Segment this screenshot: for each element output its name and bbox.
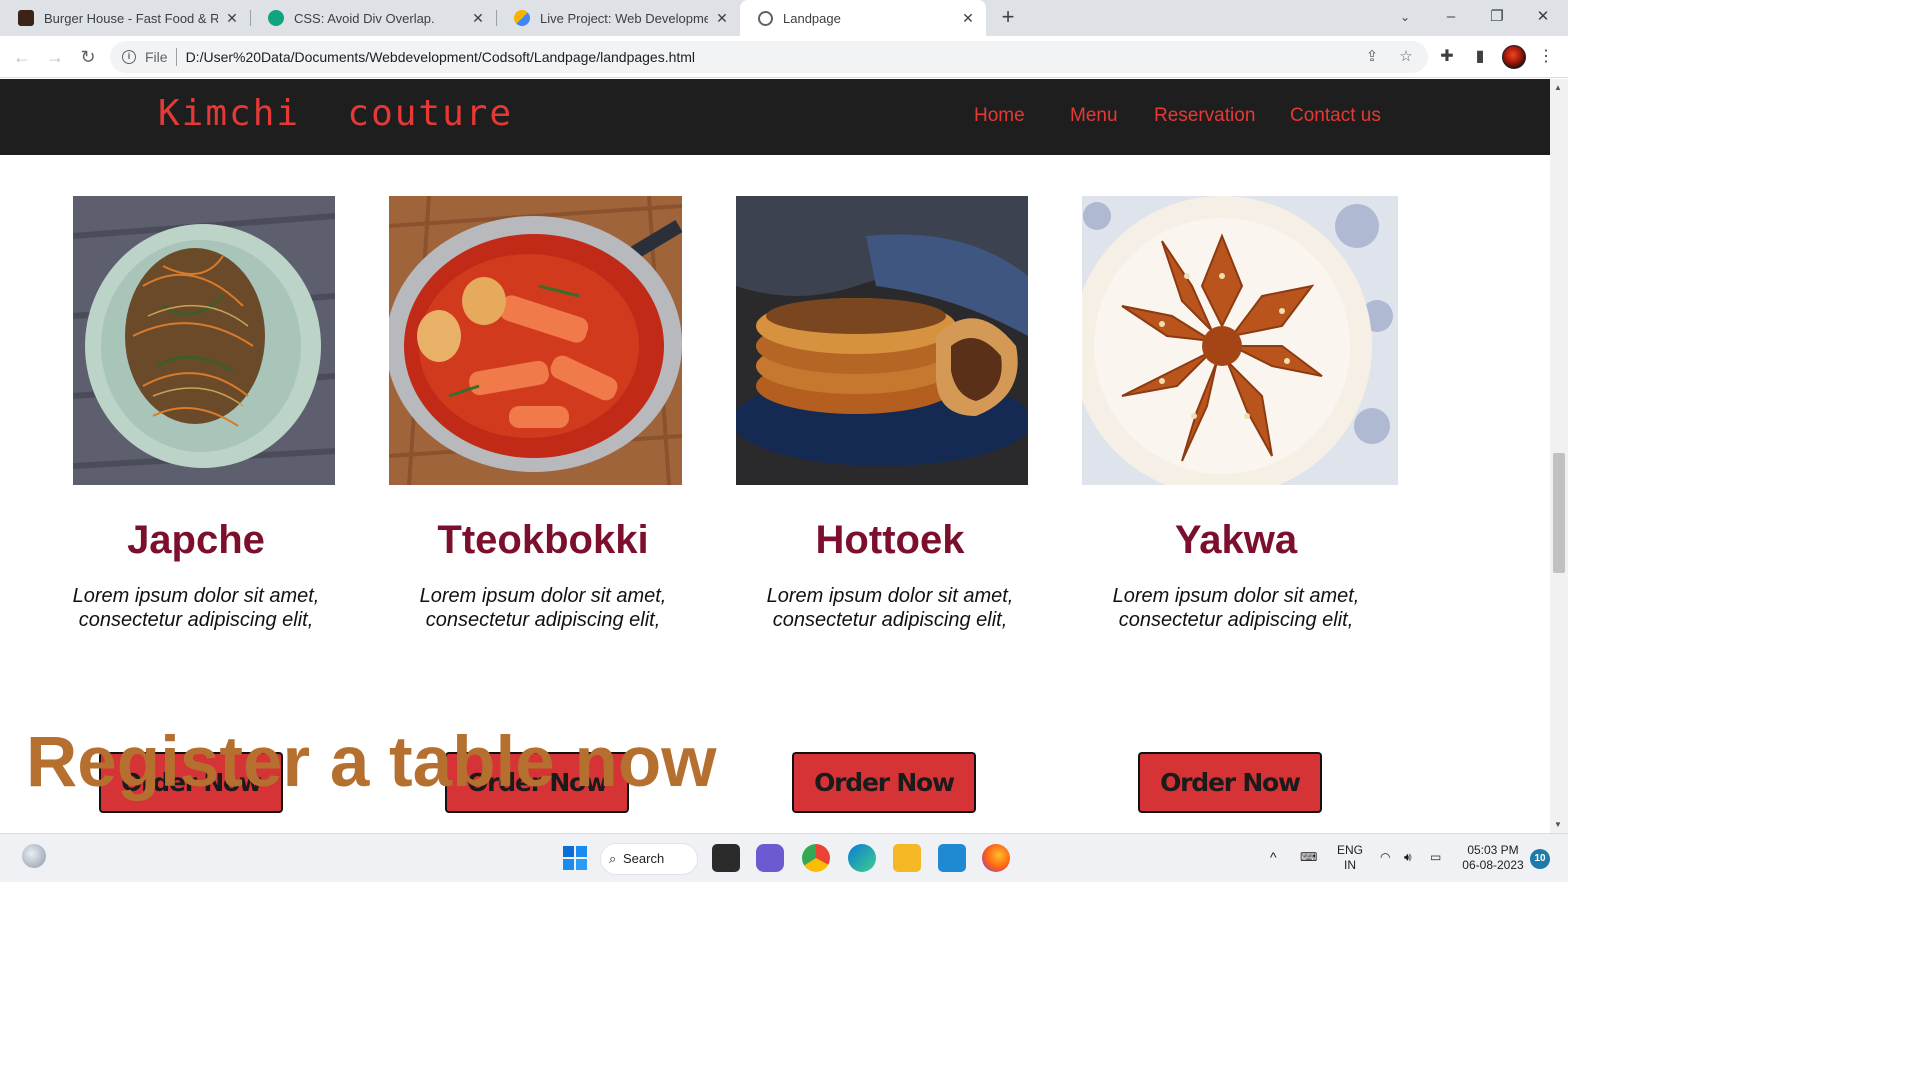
restore-icon[interactable]: ❐ xyxy=(1474,0,1520,36)
language-code: ENG xyxy=(1336,843,1363,857)
japchae-noodles-photo xyxy=(73,196,335,485)
battery-icon[interactable]: ▭ xyxy=(1430,850,1441,865)
tab-search-chevron-icon[interactable]: ⌄ xyxy=(1382,0,1428,36)
chrome-icon[interactable] xyxy=(802,844,830,872)
tab-strip: Burger House - Fast Food & Rest ✕ CSS: A… xyxy=(0,0,1568,36)
clock[interactable]: 05:03 PM 06-08-2023 xyxy=(1458,843,1528,873)
screen: Burger House - Fast Food & Rest ✕ CSS: A… xyxy=(0,0,1568,882)
nav-link-menu[interactable]: Menu xyxy=(1070,105,1118,127)
volume-icon[interactable]: 🔊︎ xyxy=(1404,850,1412,865)
windows-taskbar: ⌕ Search ^ ⌨ ENG IN ◠ 🔊︎ ▭ 05:03 PM 06-0… xyxy=(0,833,1568,882)
profile-avatar[interactable] xyxy=(1502,45,1526,69)
hotteok-pancakes-photo xyxy=(736,196,1028,485)
forward-arrow-icon[interactable]: → xyxy=(43,45,67,69)
dish-description: Lorem ipsum dolor sit amet, consectetur … xyxy=(419,585,667,631)
tab-live-project[interactable]: Live Project: Web Development - ✕ xyxy=(496,0,740,36)
page-viewport: Kimchi couture Home Menu Reservation Con… xyxy=(0,79,1550,833)
tab-title: Live Project: Web Development - xyxy=(540,10,708,26)
firefox-icon[interactable] xyxy=(982,844,1010,872)
burger-favicon-icon xyxy=(18,10,34,26)
brand-logo[interactable]: Kimchi couture xyxy=(158,93,513,134)
reload-icon[interactable]: ↻ xyxy=(76,45,100,69)
close-icon[interactable]: ✕ xyxy=(960,10,976,27)
window-close-icon[interactable]: ✕ xyxy=(1520,0,1566,36)
back-arrow-icon[interactable]: ← xyxy=(10,45,34,69)
tab-title: Landpage xyxy=(783,10,841,26)
order-now-button[interactable]: Order Now xyxy=(792,752,976,813)
search-icon: ⌕ xyxy=(609,851,617,866)
dish-title: Japche xyxy=(127,518,265,562)
dish-title: Hottoek xyxy=(815,518,965,562)
dish-title: Yakwa xyxy=(1174,518,1298,562)
yakwa-cookies-photo xyxy=(1082,196,1398,485)
order-now-button[interactable]: Order Now xyxy=(1138,752,1322,813)
scroll-up-arrow-icon[interactable]: ▲ xyxy=(1554,83,1562,92)
info-icon[interactable]: i xyxy=(122,50,136,64)
edge-icon[interactable] xyxy=(848,844,876,872)
dish-title: Tteokbokki xyxy=(437,518,649,562)
show-hidden-icons-chevron-icon[interactable]: ^ xyxy=(1270,850,1277,865)
chatgpt-favicon-icon xyxy=(268,10,284,26)
dish-description: Lorem ipsum dolor sit amet, consectetur … xyxy=(766,585,1014,631)
nav-link-reservation[interactable]: Reservation xyxy=(1154,105,1255,127)
share-icon[interactable]: ⇪ xyxy=(1362,47,1382,67)
more-menu-icon[interactable]: ⋮ xyxy=(1536,47,1556,67)
extensions-puzzle-icon[interactable]: ✚ xyxy=(1437,47,1457,67)
dish-description: Lorem ipsum dolor sit amet, consectetur … xyxy=(72,585,320,631)
scroll-down-arrow-icon[interactable]: ▼ xyxy=(1554,820,1562,829)
minimize-icon[interactable]: – xyxy=(1428,0,1474,36)
register-heading: Register a table now xyxy=(26,723,717,802)
notification-badge[interactable]: 10 xyxy=(1530,849,1550,869)
tab-landpage[interactable]: Landpage ✕ xyxy=(740,0,986,36)
close-icon[interactable]: ✕ xyxy=(224,10,240,27)
search-label: Search xyxy=(623,851,665,866)
close-icon[interactable]: ✕ xyxy=(470,10,486,27)
address-divider xyxy=(175,48,177,66)
browser-toolbar: ← → ↻ i File D:/User%20Data/Documents/We… xyxy=(0,36,1568,78)
file-explorer-icon[interactable] xyxy=(893,844,921,872)
address-scheme: File xyxy=(145,49,168,65)
bookmark-star-icon[interactable]: ☆ xyxy=(1396,47,1416,67)
new-tab-plus-icon[interactable]: + xyxy=(996,4,1020,30)
close-icon[interactable]: ✕ xyxy=(714,10,730,27)
vscode-icon[interactable] xyxy=(938,844,966,872)
scrollbar-thumb[interactable] xyxy=(1553,453,1565,573)
teams-chat-icon[interactable] xyxy=(756,844,784,872)
page-scrollbar[interactable]: ▲ ▼ xyxy=(1550,79,1568,833)
tab-css-avoid-div-overlap[interactable]: CSS: Avoid Div Overlap. ✕ xyxy=(250,0,496,36)
side-panel-icon[interactable]: ▮ xyxy=(1470,47,1490,67)
tab-title: CSS: Avoid Div Overlap. xyxy=(294,10,435,26)
nav-link-contact-us[interactable]: Contact us xyxy=(1290,105,1381,127)
clock-time: 05:03 PM xyxy=(1467,843,1519,857)
taskbar-search[interactable]: ⌕ Search xyxy=(600,843,698,875)
clock-date: 06-08-2023 xyxy=(1462,858,1524,872)
dish-description: Lorem ipsum dolor sit amet, consectetur … xyxy=(1112,585,1360,631)
wifi-icon[interactable]: ◠ xyxy=(1380,850,1390,865)
tteokbokki-pot-photo xyxy=(389,196,682,485)
windows-start-icon[interactable] xyxy=(561,844,589,872)
globe-icon xyxy=(758,10,773,26)
tab-title: Burger House - Fast Food & Rest xyxy=(44,10,218,26)
address-bar[interactable]: i File D:/User%20Data/Documents/Webdevel… xyxy=(110,41,1428,73)
address-url[interactable]: D:/User%20Data/Documents/Webdevelopment/… xyxy=(186,49,695,65)
task-view-icon[interactable] xyxy=(712,844,740,872)
language-indicator[interactable]: ENG IN xyxy=(1336,843,1364,873)
weather-widget-icon[interactable] xyxy=(22,844,46,868)
nav-link-home[interactable]: Home xyxy=(974,105,1025,127)
keyboard-icon[interactable]: ⌨ xyxy=(1300,850,1317,865)
region-code: IN xyxy=(1344,858,1356,872)
site-navbar: Kimchi couture Home Menu Reservation Con… xyxy=(0,79,1550,155)
tab-burger-house[interactable]: Burger House - Fast Food & Rest ✕ xyxy=(0,0,250,36)
project-favicon-icon xyxy=(514,10,530,26)
